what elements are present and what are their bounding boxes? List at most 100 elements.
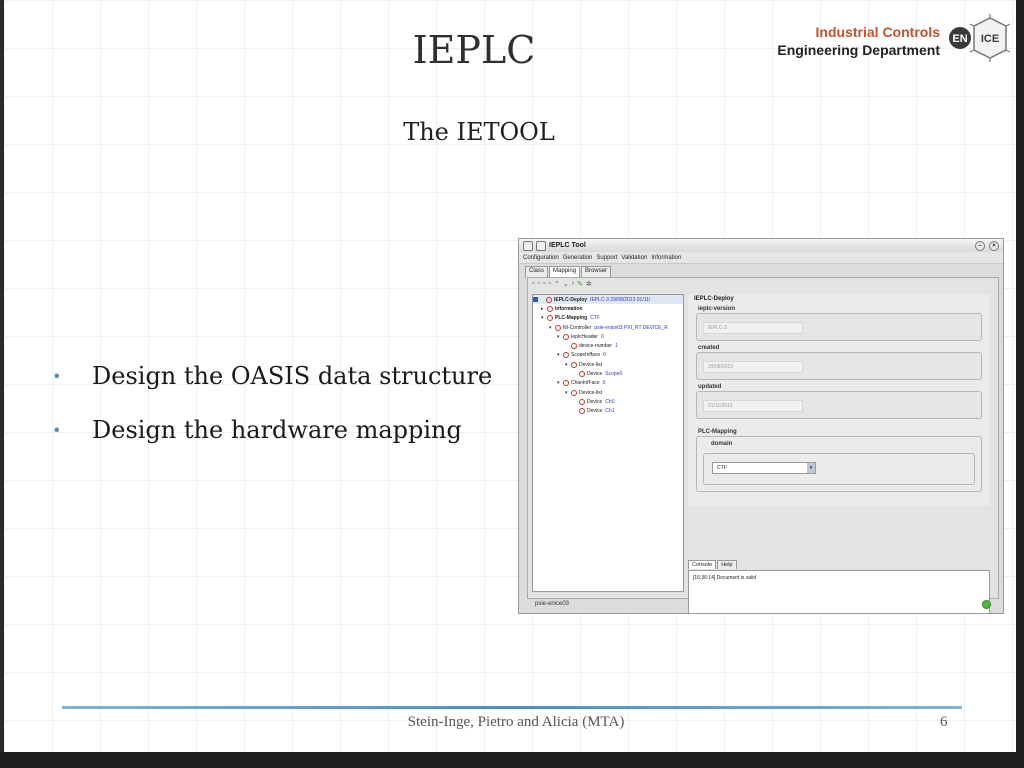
tree-toolbar: ▫ ▫ ▫ ▫ ⌃ ⌄ › ✎ ✲ (528, 278, 998, 292)
node-circle-icon (563, 352, 569, 359)
valid-status-icon (982, 600, 991, 609)
tree-node[interactable]: IEPLC-Deploy IEPLC-3 29/08/2013 01/11/ (533, 295, 683, 305)
node-circle-icon (579, 371, 585, 378)
tree-node[interactable]: ▾ PLC-Mapping CTF (533, 314, 683, 323)
tree-node[interactable]: ▾ ScopeInfface 0 (533, 351, 683, 360)
bullet-text: Design the hardware mapping (92, 416, 462, 444)
tree-node[interactable]: Device Ch1 (533, 407, 683, 416)
footer-authors: Stein-Inge, Pietro and Alicia (MTA) (407, 714, 625, 730)
menu-support[interactable]: Support (596, 255, 617, 261)
logo-badge-en: EN (952, 33, 967, 45)
tree-node[interactable]: device-number 1 (533, 341, 683, 350)
updated-field[interactable]: 01/11/2013 (703, 400, 803, 412)
minimize-icon[interactable]: – (975, 241, 985, 251)
node-circle-icon (571, 389, 577, 396)
tree-node[interactable]: ▾ Device-list (533, 388, 683, 397)
node-circle-icon (579, 398, 585, 405)
tree-node[interactable]: Device Scope0 (533, 369, 683, 378)
chevron-down-icon[interactable]: ▾ (807, 463, 815, 473)
tab-help[interactable]: Help (717, 560, 737, 569)
tree-node-label: Device-list (579, 361, 603, 368)
app-icon (523, 240, 533, 251)
domain-select[interactable]: CTF ▾ (712, 462, 816, 474)
bullet-item: • Design the hardware mapping (52, 416, 492, 444)
field-label: created (698, 345, 720, 351)
menu-validation[interactable]: Validation (621, 255, 647, 261)
tree-node[interactable]: ▸ Information (533, 304, 683, 313)
move-down-icon[interactable]: ⌄ (563, 280, 569, 290)
window-menu-icon[interactable] (536, 240, 546, 251)
node-circle-icon (571, 361, 577, 368)
tree-node[interactable]: ▾ IeplcHeader 0 (533, 332, 683, 341)
tree-node[interactable]: ▾ NI-Controller pxie-enice03 PXI_RT DEVICE… (533, 323, 683, 332)
footer-divider (62, 706, 962, 709)
field-group: IEPLC-3 (696, 313, 982, 341)
tree-node[interactable]: ▾ ChanInfFace 0 (533, 379, 683, 388)
forward-icon[interactable]: › (572, 280, 574, 290)
tree-node-label: ScopeInfface (571, 352, 601, 359)
close-icon[interactable]: × (989, 241, 999, 251)
tree-node-label: ChanInfFace (571, 380, 600, 387)
tree-node-value: 0 (600, 333, 604, 340)
tree-node-value: 0 (603, 352, 606, 359)
field-label: updated (698, 384, 722, 390)
console-tabs: Console Help (688, 560, 737, 569)
debug-icon[interactable]: ✲ (586, 280, 592, 290)
window-title: IEPLC Tool (549, 242, 586, 249)
menu-generation[interactable]: Generation (563, 255, 593, 261)
node-circle-icon (571, 343, 577, 350)
expand-toggle-icon[interactable] (533, 297, 538, 303)
tree-node-value: IEPLC-3 29/08/2013 01/11/ (590, 296, 651, 303)
status-host: pxie-enice03 (535, 601, 570, 607)
new-icon[interactable]: ▫ (532, 280, 534, 290)
tree-node-label: Device-list (579, 389, 603, 396)
status-bar: pxie-enice03 (527, 599, 997, 609)
paste-icon[interactable]: ▫ (548, 280, 550, 290)
edit-icon[interactable]: ✎ (577, 280, 583, 290)
tree-node-value: 0 (602, 380, 606, 387)
mapping-panel: ▫ ▫ ▫ ▫ ⌃ ⌄ › ✎ ✲ IEPLC-Deploy IEPLC-3 29… (527, 277, 999, 613)
page-number: 6 (940, 714, 948, 730)
node-circle-icon (563, 333, 569, 340)
copy-icon[interactable]: ▫ (537, 280, 539, 290)
tree-node[interactable]: ▾ Device-list (533, 360, 683, 369)
menubar: Configuration Generation Support Validat… (519, 252, 1003, 264)
logo-badge-ice: ICE (981, 33, 999, 45)
tree-node-label: Device (587, 371, 603, 378)
tab-console[interactable]: Console (688, 560, 717, 569)
slide: IEPLC The IETOOL Industrial Controls Eng… (4, 0, 1016, 752)
node-circle-icon (547, 305, 553, 312)
tree-node-value: 1 (615, 343, 618, 350)
tree-node-label: device-number (579, 343, 613, 350)
move-up-icon[interactable]: ⌃ (554, 280, 560, 290)
frame-edge (1016, 0, 1024, 768)
tree-node-label: IEPLC-Deploy (554, 296, 588, 303)
field-group: 01/11/2013 (696, 391, 982, 419)
menu-information[interactable]: Information (651, 255, 681, 261)
created-field[interactable]: 29/08/2013 (703, 361, 803, 373)
node-circle-icon (546, 296, 552, 303)
tree-node-label: Information (555, 305, 583, 312)
bullet-dot-icon: • (52, 420, 62, 440)
tree-node-value: CTF (590, 315, 600, 322)
node-circle-icon (547, 315, 553, 322)
ieplc-version-field[interactable]: IEPLC-3 (703, 322, 803, 334)
tree-node[interactable]: Device Ch0 (533, 397, 683, 406)
delete-icon[interactable]: ▫ (543, 280, 545, 290)
menu-configuration[interactable]: Configuration (523, 255, 559, 261)
domain-value: CTF (717, 465, 727, 471)
logo-line-2: Engineering Department (777, 42, 940, 58)
tree-node-label: NI-Controller (563, 324, 592, 331)
node-circle-icon (563, 380, 569, 387)
tree-node-value: pxie-enice03 PXI_RT DEVICE_R (594, 324, 668, 331)
bullet-text: Design the OASIS data structure (92, 362, 493, 390)
node-circle-icon (579, 408, 585, 415)
department-logo-text: Industrial Controls Engineering Departme… (777, 24, 940, 58)
properties-header: IEPLC-Deploy (694, 296, 734, 302)
slide-subtitle: The IETOOL (403, 118, 555, 146)
tree-node-value: Scope0 (605, 371, 623, 378)
logo-line-1: Industrial Controls (815, 24, 940, 40)
tree-node-value: Ch0 (605, 398, 615, 405)
plc-mapping-group: domain CTF ▾ (696, 436, 982, 492)
domain-group: CTF ▾ (703, 453, 975, 485)
